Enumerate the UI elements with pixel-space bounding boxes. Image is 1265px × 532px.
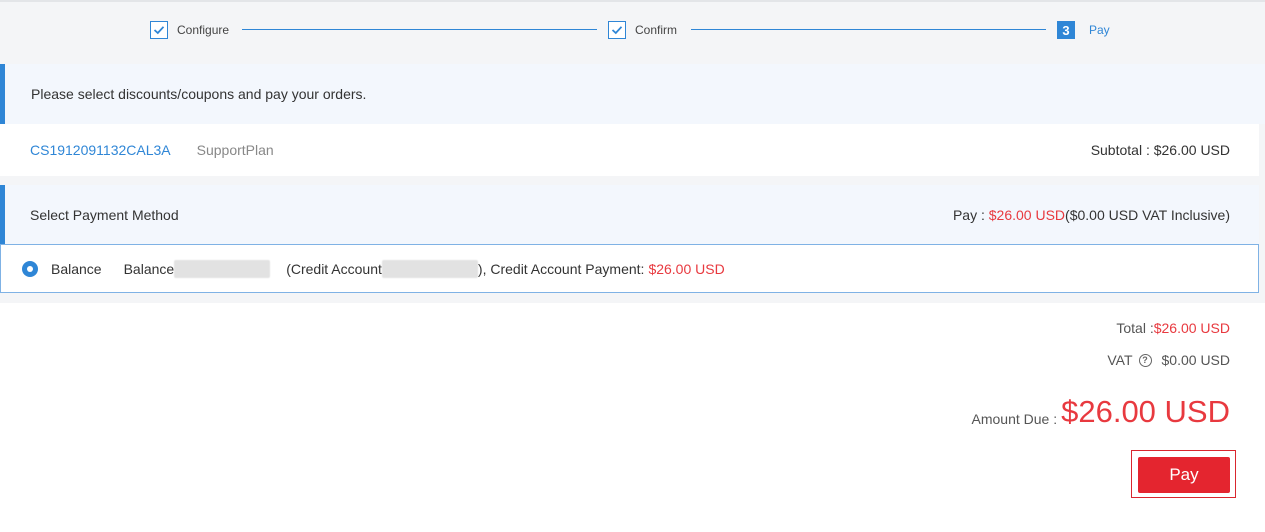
credit-account-prefix: (Credit Account: [286, 260, 382, 277]
pay-vat-note: ($0.00 USD VAT Inclusive): [1065, 206, 1230, 223]
step-label: Confirm: [635, 23, 678, 37]
amount-due-label: Amount Due :: [971, 411, 1058, 427]
vat-value: $0.00 USD: [1161, 352, 1230, 368]
payment-method-header: Select Payment Method Pay : $26.00 USD($…: [0, 185, 1259, 244]
step-confirm: Confirm: [608, 20, 677, 40]
order-product: SupportPlan: [196, 142, 274, 158]
balance-label: Balance: [123, 260, 175, 277]
pay-button[interactable]: Pay: [1138, 457, 1230, 493]
credit-account-suffix: ), Credit Account Payment:: [477, 260, 645, 277]
payment-option-balance[interactable]: Balance Balance (Credit Account ), Credi…: [0, 244, 1259, 293]
amount-due-row: Amount Due : $26.00 USD: [972, 394, 1231, 430]
payment-amount-info: Pay : $26.00 USD($0.00 USD VAT Inclusive…: [953, 207, 1230, 223]
step-connector: [691, 29, 1046, 30]
step-number-badge: 3: [1057, 21, 1075, 39]
order-subtotal: Subtotal : $26.00 USD: [1090, 142, 1230, 158]
redacted-balance: [174, 259, 271, 278]
step-configure: Configure: [150, 20, 229, 40]
redacted-credit-account: [381, 259, 478, 278]
total-row: Total : $26.00 USD: [1116, 320, 1230, 336]
pay-amount: $26.00 USD: [988, 206, 1066, 223]
progress-steps: Configure Confirm 3 Pay: [0, 0, 1265, 64]
divider: [0, 293, 1265, 303]
payment-method-title: Select Payment Method: [30, 206, 179, 223]
vat-row: VAT ? $0.00 USD: [1107, 352, 1230, 368]
step-label: Pay: [1089, 23, 1110, 37]
order-row: CS1912091132CAL3A SupportPlan Subtotal :…: [0, 124, 1259, 176]
step-pay: 3 Pay: [1057, 20, 1110, 40]
order-id-link[interactable]: CS1912091132CAL3A: [30, 142, 171, 158]
divider: [0, 176, 1265, 185]
divider: [1259, 124, 1265, 303]
radio-selected-icon[interactable]: [22, 260, 38, 277]
vat-label: VAT: [1107, 352, 1133, 368]
pay-prefix: Pay :: [952, 206, 989, 223]
checkbox-checked-icon: [608, 21, 626, 39]
payment-option-name: Balance: [51, 260, 102, 277]
total-value: $26.00 USD: [1153, 320, 1230, 336]
step-label: Configure: [177, 23, 230, 37]
banner-text: Please select discounts/coupons and pay …: [31, 86, 367, 102]
step-connector: [242, 29, 597, 30]
question-circle-icon[interactable]: ?: [1138, 353, 1152, 367]
info-banner: Please select discounts/coupons and pay …: [0, 64, 1265, 124]
checkbox-checked-icon: [150, 21, 168, 39]
credit-account-amount: $26.00 USD: [648, 260, 725, 277]
amount-due-value: $26.00 USD: [1061, 394, 1230, 429]
total-label: Total :: [1116, 320, 1154, 336]
